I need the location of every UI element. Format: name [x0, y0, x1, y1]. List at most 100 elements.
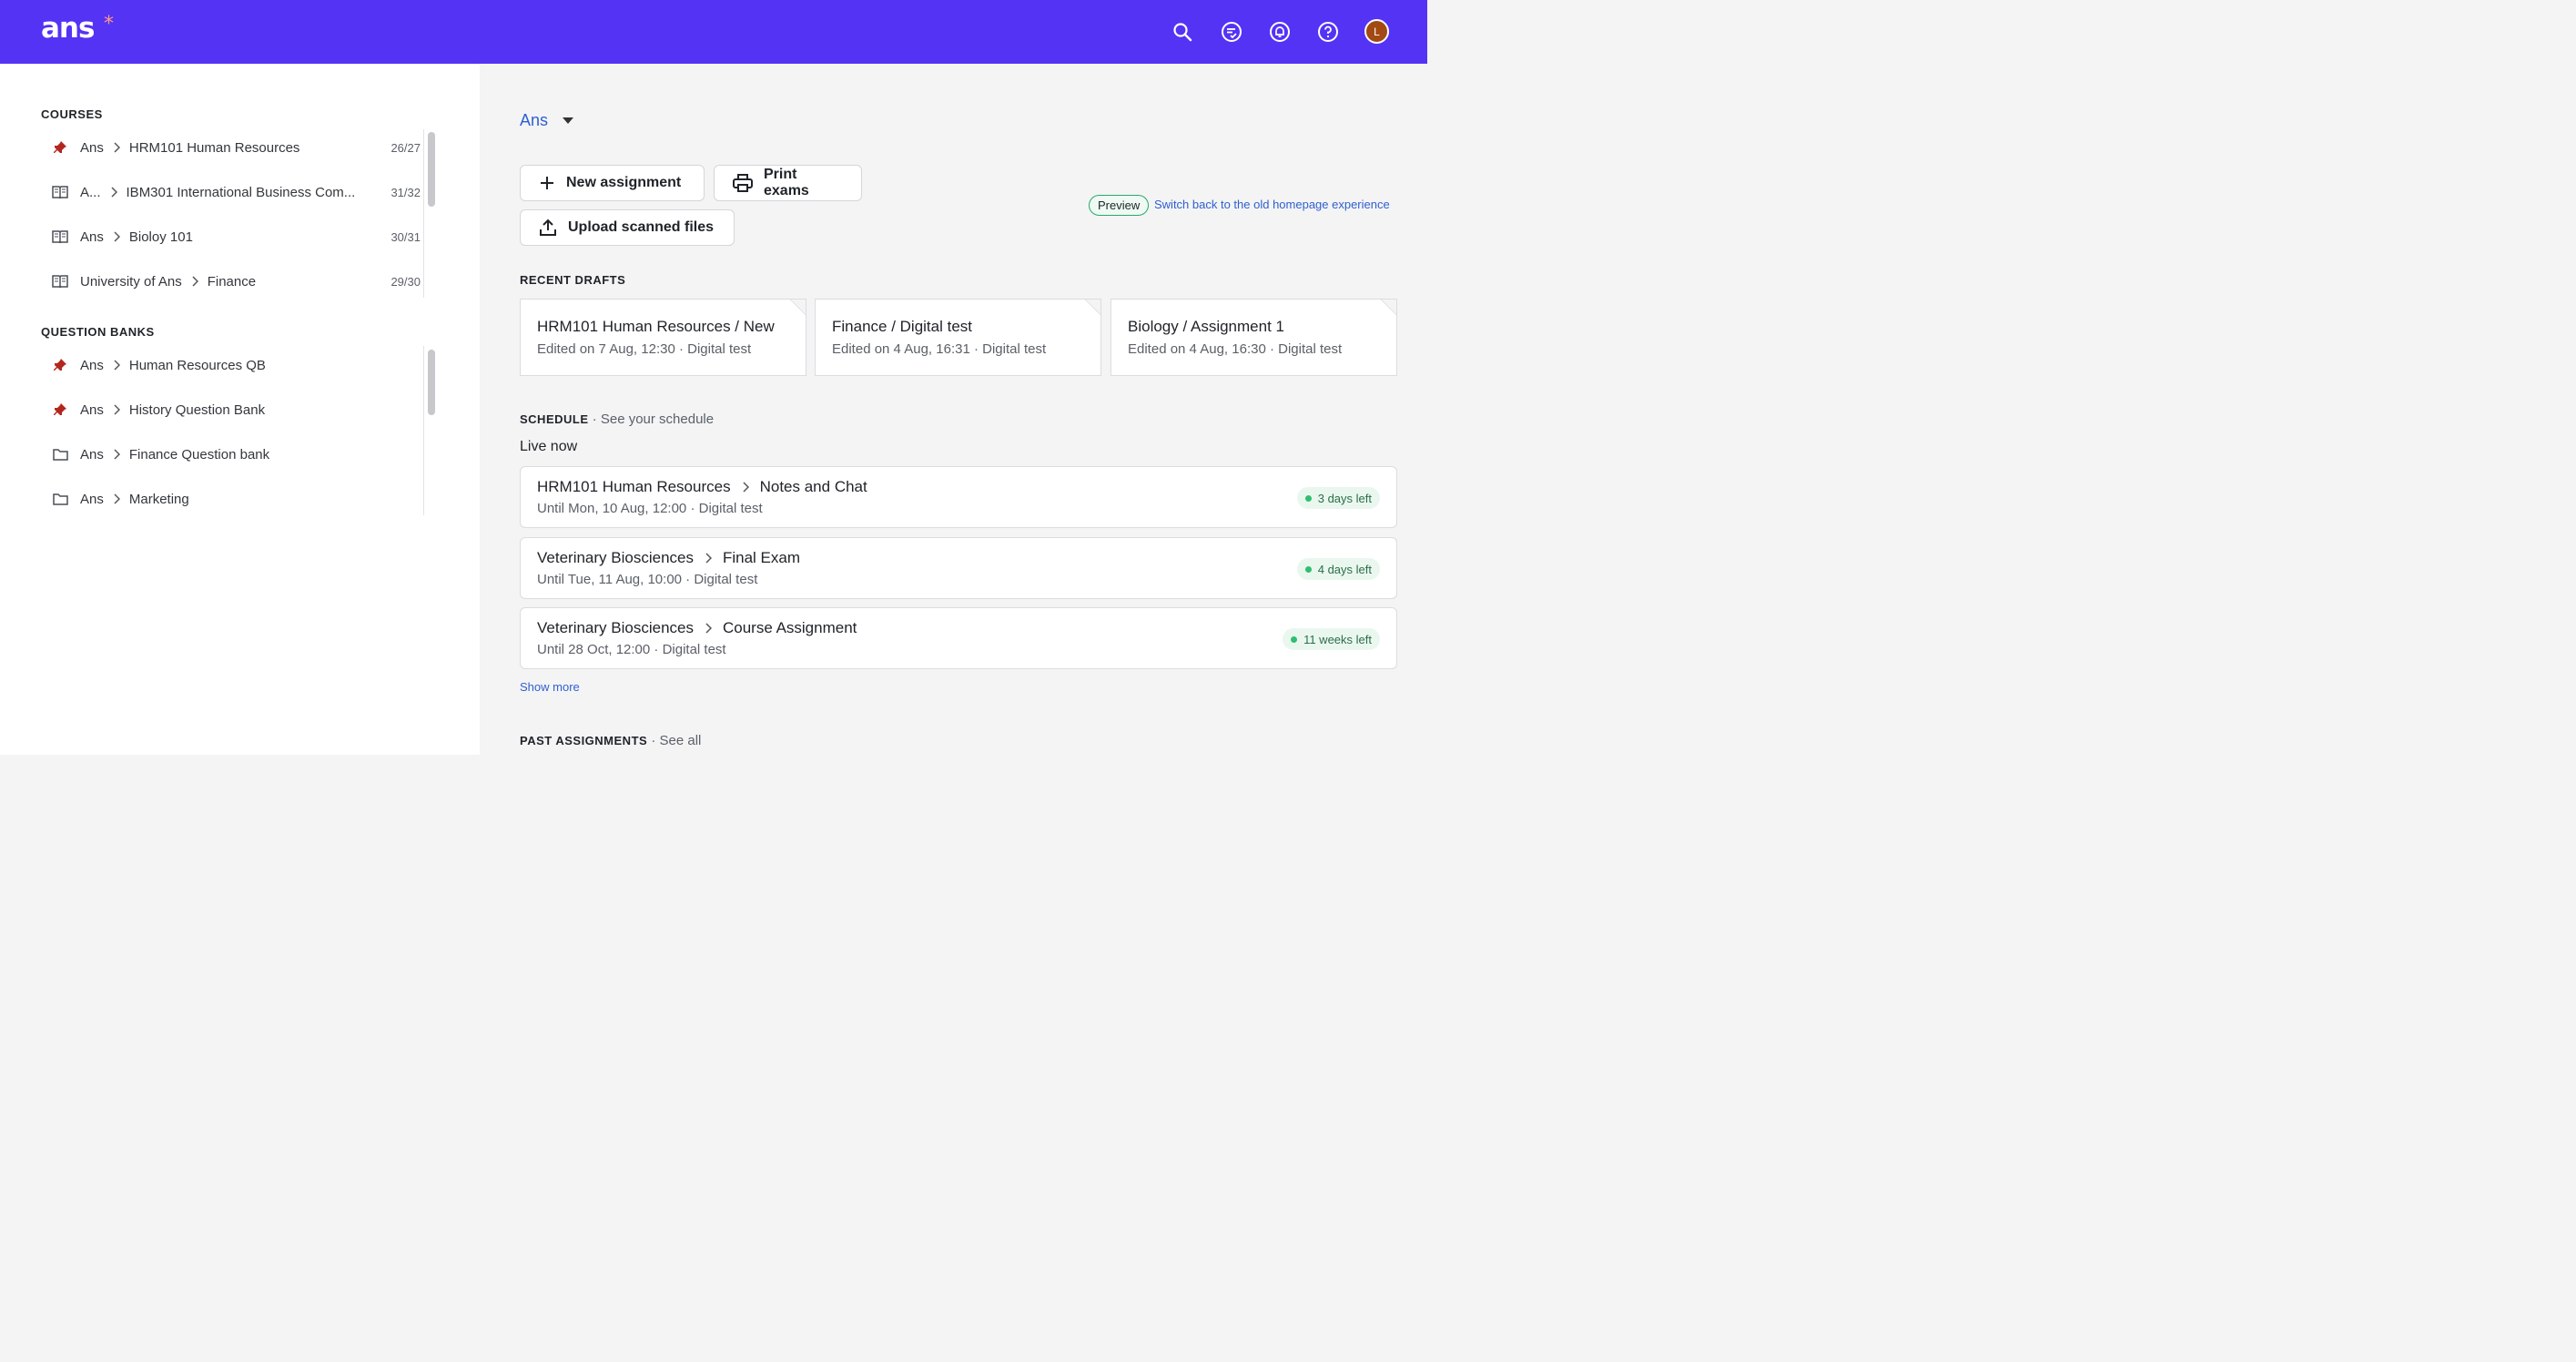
preview-badge: Preview — [1089, 195, 1150, 216]
bank-name: Human Resources QB — [128, 357, 266, 373]
organization-name: Ans — [520, 111, 549, 129]
chevron-right-icon — [113, 493, 120, 504]
avatar[interactable]: L — [1364, 19, 1389, 44]
pin-icon — [40, 402, 80, 417]
sidebar: COURSES Ans HRM101 Human Resources 26/27 … — [0, 64, 480, 755]
sidebar-course-item[interactable]: Ans Bioloy 101 30/31 — [40, 219, 421, 255]
help-icon[interactable] — [1316, 20, 1340, 44]
course-name: Bioloy 101 — [128, 229, 193, 245]
chevron-right-icon — [705, 553, 712, 564]
status-dot-icon — [1304, 565, 1312, 573]
upload-scanned-files-button[interactable]: Upload scanned files — [520, 209, 735, 246]
course-name: IBM301 International Business Com... — [126, 184, 356, 200]
bank-name: Marketing — [128, 491, 189, 507]
schedule-item[interactable]: Veterinary Biosciences Course Assignment … — [520, 607, 1397, 669]
folder-icon — [40, 493, 80, 505]
sidebar-bank-item[interactable]: Ans History Question Bank — [40, 391, 421, 428]
schedule-meta: Until Mon, 10 Aug, 12:00 · Digital test — [537, 501, 763, 516]
breadcrumb-parent: University of Ans — [80, 273, 182, 290]
schedule-item[interactable]: Veterinary Biosciences Final Exam Until T… — [520, 537, 1397, 599]
sidebar-course-item[interactable]: Ans HRM101 Human Resources 26/27 — [40, 129, 421, 166]
folder-icon — [40, 448, 80, 461]
sidebar-bank-item[interactable]: Ans Marketing — [40, 481, 421, 517]
draft-card[interactable]: Finance / Digital test Edited on 4 Aug, … — [815, 299, 1101, 376]
caret-down-icon — [563, 117, 574, 124]
draft-card[interactable]: HRM101 Human Resources / New Edited on 7… — [520, 299, 806, 376]
draft-title: HRM101 Human Resources / New — [537, 318, 775, 335]
recent-drafts-title: RECENT DRAFTS — [520, 273, 626, 287]
draft-title: Finance / Digital test — [832, 318, 973, 335]
schedule-course: Veterinary Biosciences — [537, 619, 694, 636]
question-banks-title: QUESTION BANKS — [41, 325, 155, 339]
upload-scanned-files-label: Upload scanned files — [568, 219, 715, 235]
chevron-right-icon — [742, 482, 749, 493]
logo-star: * — [104, 13, 114, 36]
chevron-right-icon — [705, 623, 712, 634]
print-exams-label: Print exams — [764, 167, 809, 198]
breadcrumb-parent: Ans — [80, 139, 104, 156]
draft-card[interactable]: Biology / Assignment 1 Edited on 4 Aug, … — [1111, 299, 1397, 376]
status-dot-icon — [1304, 494, 1312, 502]
time-left-text: 11 weeks left — [1303, 632, 1372, 646]
bell-icon[interactable] — [1268, 20, 1292, 44]
switch-old-homepage-link[interactable]: Switch back to the old homepage experien… — [1154, 198, 1390, 211]
schedule-course: Veterinary Biosciences — [537, 549, 694, 566]
breadcrumb-parent: A... — [80, 184, 101, 200]
sidebar-course-item[interactable]: A... IBM301 International Business Com...… — [40, 174, 421, 210]
time-left-text: 3 days left — [1317, 491, 1372, 505]
time-left-badge: 3 days left — [1296, 487, 1380, 509]
course-count: 26/27 — [390, 140, 421, 155]
schedule-assignment: Course Assignment — [722, 619, 857, 636]
draft-title: Biology / Assignment 1 — [1128, 318, 1284, 335]
search-icon[interactable] — [1171, 20, 1194, 44]
schedule-course: HRM101 Human Resources — [537, 478, 731, 495]
time-left-text: 4 days left — [1317, 562, 1372, 576]
breadcrumb-parent: Ans — [80, 401, 104, 418]
book-icon — [40, 230, 80, 243]
book-icon — [40, 275, 80, 288]
show-more-link[interactable]: Show more — [520, 680, 580, 694]
schedule-assignment: Notes and Chat — [759, 478, 867, 495]
draft-meta: Edited on 7 Aug, 12:30 · Digital test — [537, 341, 752, 357]
time-left-badge: 4 days left — [1296, 558, 1380, 580]
course-name: Finance — [207, 273, 257, 290]
course-count: 31/32 — [390, 185, 421, 199]
bank-name: Finance Question bank — [128, 446, 270, 462]
past-assignments-heading: PAST ASSIGNMENTS · See all — [520, 733, 701, 748]
schedule-assignment: Final Exam — [722, 549, 801, 566]
chevron-right-icon — [191, 276, 198, 287]
sidebar-bank-item[interactable]: Ans Human Resources QB — [40, 347, 421, 383]
see-schedule-link[interactable]: · See your schedule — [589, 412, 714, 427]
see-all-link[interactable]: · See all — [647, 733, 701, 748]
new-assignment-button[interactable]: New assignment — [520, 165, 705, 201]
sidebar-bank-item[interactable]: Ans Finance Question bank — [40, 436, 421, 473]
new-assignment-label: New assignment — [566, 175, 682, 190]
time-left-badge: 11 weeks left — [1283, 628, 1380, 650]
chevron-right-icon — [113, 142, 120, 153]
chevron-right-icon — [113, 231, 120, 242]
plus-icon — [539, 175, 555, 191]
review-icon[interactable] — [1220, 20, 1243, 44]
chevron-right-icon — [113, 360, 120, 371]
organization-selector[interactable]: Ans — [520, 111, 574, 130]
logo[interactable]: ans — [41, 12, 95, 45]
print-exams-button[interactable]: Print exams — [714, 165, 862, 201]
status-dot-icon — [1291, 635, 1298, 643]
live-now-label: Live now — [520, 439, 578, 454]
upload-icon — [539, 219, 557, 237]
sidebar-course-item[interactable]: University of Ans Finance 29/30 — [40, 263, 421, 300]
draft-meta: Edited on 4 Aug, 16:30 · Digital test — [1128, 341, 1343, 357]
courses-scrollbar-thumb[interactable] — [428, 132, 435, 207]
chevron-right-icon — [110, 187, 117, 198]
banks-scrollbar-thumb[interactable] — [428, 350, 435, 415]
past-assignments-title: PAST ASSIGNMENTS — [520, 734, 648, 747]
chevron-right-icon — [113, 449, 120, 460]
pin-icon — [40, 358, 80, 372]
pin-icon — [40, 140, 80, 155]
breadcrumb-parent: Ans — [80, 357, 104, 373]
schedule-item[interactable]: HRM101 Human Resources Notes and Chat Unt… — [520, 466, 1397, 528]
schedule-meta: Until 28 Oct, 12:00 · Digital test — [537, 642, 726, 657]
course-count: 30/31 — [390, 229, 421, 244]
top-bar: ans * L — [0, 0, 1427, 64]
bank-name: History Question Bank — [128, 401, 266, 418]
